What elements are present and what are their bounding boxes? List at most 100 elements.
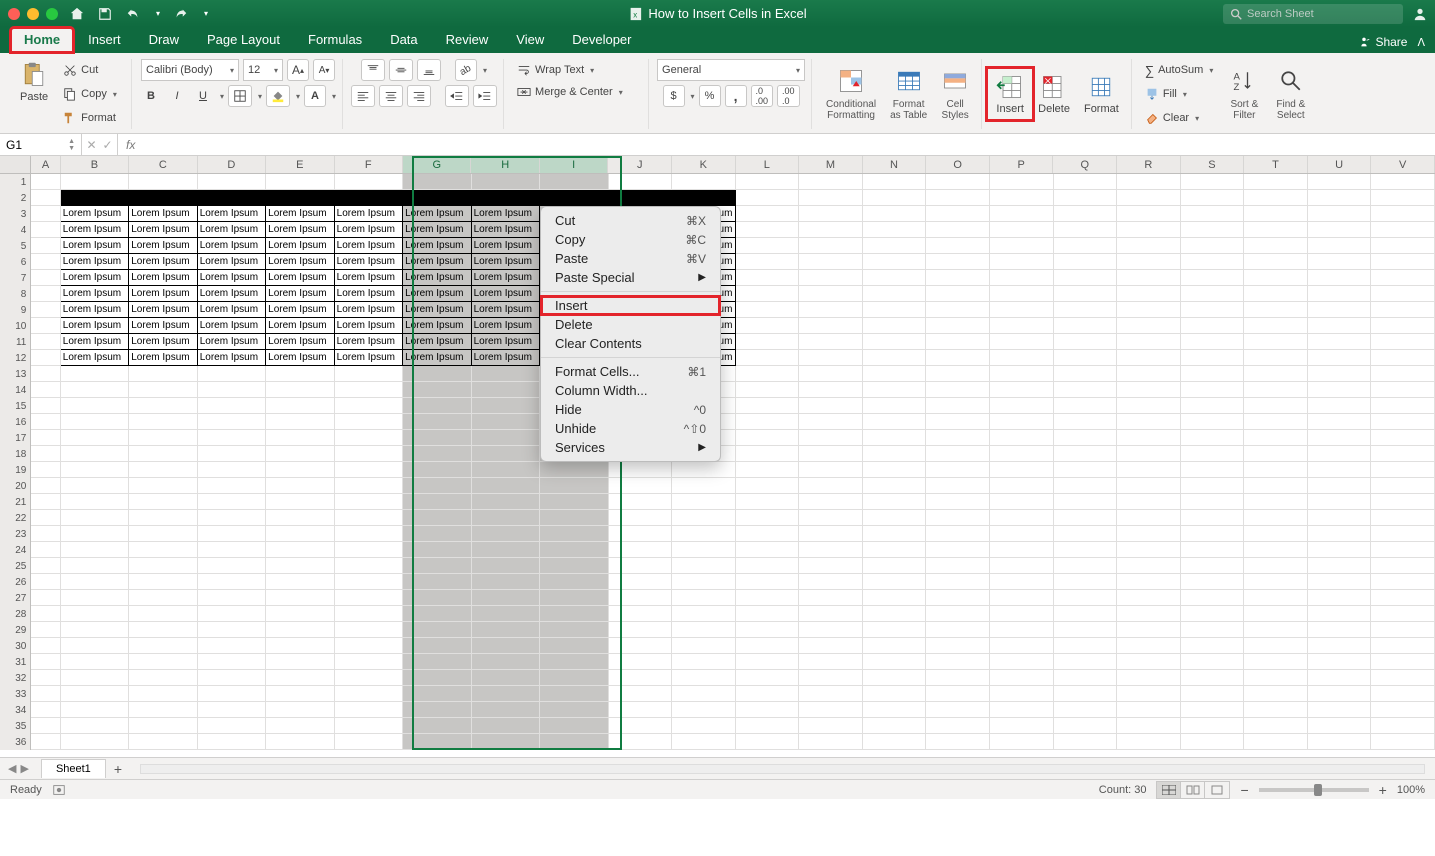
cell[interactable] [266, 670, 334, 686]
cell[interactable] [736, 222, 800, 238]
cell[interactable] [1117, 446, 1181, 462]
cell[interactable]: Lorem Ipsum [472, 350, 540, 366]
col-header-P[interactable]: P [990, 156, 1054, 173]
cell[interactable]: Lorem Ipsum [335, 222, 403, 238]
cell[interactable] [31, 382, 60, 398]
cell[interactable] [736, 462, 800, 478]
cell[interactable] [335, 686, 403, 702]
increase-indent-button[interactable] [473, 85, 497, 107]
format-painter-button[interactable]: Format [58, 107, 125, 129]
row-header-17[interactable]: 17 [0, 430, 31, 446]
cell[interactable] [1308, 334, 1372, 350]
collapse-ribbon-icon[interactable]: ᐱ [1417, 36, 1425, 49]
cell[interactable] [736, 526, 800, 542]
cell[interactable]: Lorem Ipsum [198, 302, 266, 318]
cell[interactable]: Lorem Ipsum [266, 302, 334, 318]
cell[interactable] [31, 174, 60, 190]
cell[interactable] [990, 238, 1054, 254]
cell[interactable] [1371, 382, 1435, 398]
cell[interactable] [1244, 638, 1308, 654]
page-layout-view-button[interactable] [1181, 782, 1205, 798]
cell[interactable] [129, 462, 197, 478]
percent-button[interactable]: % [699, 85, 721, 107]
cell[interactable] [403, 398, 471, 414]
cell[interactable] [799, 302, 863, 318]
cell[interactable] [736, 686, 800, 702]
cell[interactable] [863, 206, 927, 222]
cell[interactable] [472, 638, 540, 654]
cell[interactable] [266, 686, 334, 702]
cell[interactable] [1371, 206, 1435, 222]
cell[interactable] [1371, 574, 1435, 590]
cell[interactable] [1181, 238, 1245, 254]
cell[interactable] [1054, 702, 1118, 718]
cell[interactable] [1054, 510, 1118, 526]
cell[interactable]: Lorem Ipsum [129, 270, 197, 286]
cell[interactable]: Lorem Ipsum [403, 238, 471, 254]
save-icon[interactable] [98, 7, 112, 21]
cell[interactable] [736, 334, 800, 350]
cell[interactable] [129, 622, 197, 638]
cell[interactable] [609, 654, 673, 670]
cell[interactable] [1308, 622, 1372, 638]
cell[interactable] [31, 286, 60, 302]
cell[interactable] [198, 670, 266, 686]
cell[interactable] [472, 526, 540, 542]
fx-buttons[interactable]: ✕✓ [82, 134, 118, 155]
cut-button[interactable]: Cut [58, 59, 107, 81]
increase-font-button[interactable]: A▴ [287, 59, 309, 81]
align-bottom-button[interactable] [417, 59, 441, 81]
cell[interactable] [672, 702, 736, 718]
cell[interactable] [1371, 494, 1435, 510]
cell[interactable] [863, 238, 927, 254]
cell[interactable] [609, 686, 673, 702]
cell[interactable] [863, 638, 927, 654]
cell[interactable] [31, 222, 60, 238]
row-header-3[interactable]: 3 [0, 206, 31, 222]
cell[interactable] [1181, 286, 1245, 302]
cell[interactable] [1117, 622, 1181, 638]
cell[interactable] [736, 718, 800, 734]
cell[interactable] [540, 542, 608, 558]
cell[interactable] [129, 526, 197, 542]
cell[interactable] [31, 366, 60, 382]
cell[interactable] [540, 190, 608, 206]
cell[interactable] [990, 622, 1054, 638]
cell[interactable] [1308, 446, 1372, 462]
cell[interactable] [1054, 414, 1118, 430]
col-header-K[interactable]: K [672, 156, 736, 173]
cell[interactable] [335, 526, 403, 542]
cell[interactable] [1054, 462, 1118, 478]
cell[interactable] [1308, 350, 1372, 366]
cell[interactable] [609, 542, 673, 558]
cell[interactable] [1308, 174, 1372, 190]
cell[interactable] [736, 590, 800, 606]
cell[interactable]: Lorem Ipsum [61, 238, 129, 254]
cell[interactable]: Lorem Ipsum [61, 270, 129, 286]
cell[interactable] [403, 542, 471, 558]
cell[interactable] [198, 590, 266, 606]
cell[interactable] [1308, 238, 1372, 254]
cell[interactable]: Lorem Ipsum [403, 286, 471, 302]
row-header-28[interactable]: 28 [0, 606, 31, 622]
cell[interactable] [1117, 558, 1181, 574]
cell[interactable]: Lorem Ipsum [266, 206, 334, 222]
cell[interactable] [799, 366, 863, 382]
col-header-A[interactable]: A [31, 156, 60, 173]
cell[interactable] [863, 654, 927, 670]
row-header-1[interactable]: 1 [0, 174, 31, 190]
cell[interactable] [1308, 414, 1372, 430]
cell[interactable] [799, 526, 863, 542]
cell[interactable] [198, 430, 266, 446]
cell[interactable] [1054, 478, 1118, 494]
cell[interactable] [61, 510, 129, 526]
name-box[interactable]: G1 ▲▼ [0, 134, 82, 155]
cell[interactable] [990, 542, 1054, 558]
cell[interactable]: Lorem Ipsum [198, 350, 266, 366]
cell[interactable] [926, 366, 990, 382]
cell[interactable] [926, 254, 990, 270]
col-header-G[interactable]: G [403, 156, 471, 173]
cell[interactable] [198, 574, 266, 590]
cell[interactable] [1054, 238, 1118, 254]
row-header-5[interactable]: 5 [0, 238, 31, 254]
